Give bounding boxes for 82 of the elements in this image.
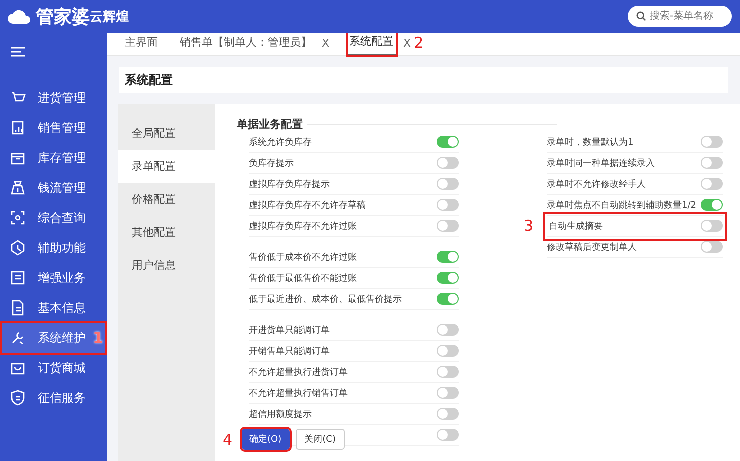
setting-label: 录单时不允许修改经手人 — [547, 178, 647, 190]
toggle-switch[interactable] — [437, 157, 459, 169]
search-field[interactable]: 搜索-菜单名称 — [628, 6, 732, 27]
menu-item-icon — [10, 300, 26, 316]
toggle-switch[interactable] — [437, 199, 459, 211]
section-title: 单据业务配置 — [237, 117, 303, 132]
toggle-switch[interactable] — [437, 324, 459, 336]
toggle-switch[interactable] — [701, 220, 723, 232]
tab[interactable]: 主界面 — [123, 32, 160, 55]
setting-label: 自动生成摘要 — [549, 220, 604, 232]
toggle-switch[interactable] — [437, 366, 459, 378]
menu-icon[interactable] — [11, 47, 25, 57]
toggle-switch[interactable] — [437, 387, 459, 399]
sidebar-item[interactable]: 销售管理 — [2, 113, 105, 143]
setting-label: 修改草稿后变更制单人 — [547, 242, 638, 254]
toggle-switch[interactable] — [437, 251, 459, 263]
sidebar-item[interactable]: 征信服务 — [2, 383, 105, 413]
setting-label: 虚拟库存负库存不允许存草稿 — [249, 200, 367, 212]
callout-number: 1 — [93, 329, 104, 347]
close-icon[interactable]: X — [322, 37, 330, 50]
logo-text: 管家婆 — [36, 6, 90, 28]
setting-label: 不允许超量执行销售订单 — [249, 388, 349, 400]
config-menu-item[interactable]: 价格配置 — [118, 183, 215, 216]
setting-label: 负库存提示 — [249, 158, 295, 170]
sidebar-item[interactable]: 基本信息 — [2, 293, 105, 323]
dialog-button[interactable]: 关闭(C) — [296, 429, 345, 450]
config-menu-item[interactable]: 录单配置 — [118, 150, 215, 183]
toggle-switch[interactable] — [701, 136, 723, 148]
sidebar-item[interactable]: 库存管理 — [2, 143, 105, 173]
toggle-switch[interactable] — [437, 293, 459, 305]
toggle-switch[interactable] — [437, 136, 459, 148]
setting-label: 录单时，数量默认为1 — [547, 136, 635, 148]
setting-label: 虚拟库存负库存不允许过账 — [249, 220, 358, 232]
toggle-switch[interactable] — [701, 241, 723, 253]
toggle-switch[interactable] — [701, 157, 723, 169]
setting-label: 不允许超量执行进货订单 — [249, 366, 349, 378]
callout-number: 3 — [524, 217, 534, 235]
setting-label: 超信用额度提示 — [249, 408, 313, 420]
setting-label: 开进货单只能调订单 — [249, 324, 331, 336]
sidebar-item[interactable]: 综合查询 — [2, 203, 105, 233]
menu-item-icon — [10, 330, 26, 346]
toggle-switch[interactable] — [701, 199, 723, 211]
menu-item-icon — [10, 180, 26, 196]
toggle-switch[interactable] — [437, 178, 459, 190]
menu-item-icon — [10, 240, 26, 256]
toggle-switch[interactable] — [437, 272, 459, 284]
logo-subtext: 云辉煌 — [90, 8, 129, 26]
sidebar-item[interactable]: 钱流管理 — [2, 173, 105, 203]
menu-item-icon — [10, 120, 26, 136]
sidebar-item[interactable]: 订货商城 — [2, 353, 105, 383]
sidebar-item[interactable]: 系统维护 1 — [2, 323, 105, 353]
menu-item-icon — [10, 210, 26, 226]
toggle-switch[interactable] — [437, 345, 459, 357]
close-icon[interactable]: X — [404, 36, 412, 50]
sidebar-item[interactable]: 辅助功能 — [2, 233, 105, 263]
sidebar-item[interactable]: 增强业务 — [2, 263, 105, 293]
dialog-button[interactable]: 确定(O) — [242, 429, 290, 450]
callout-number: 4 — [223, 430, 233, 448]
toggle-switch[interactable] — [437, 408, 459, 420]
tab[interactable]: 销售单【制单人：管理员】 — [178, 32, 314, 55]
setting-label: 虚拟库存负库存提示 — [249, 178, 331, 190]
setting-label: 低于最近进价、成本价、最低售价提示 — [249, 294, 403, 306]
search-icon — [636, 11, 647, 22]
toggle-switch[interactable] — [437, 429, 459, 441]
config-menu-item[interactable]: 全局配置 — [118, 117, 215, 150]
page-title: 系统配置 — [119, 67, 728, 93]
setting-label: 系统允许负库存 — [249, 136, 313, 148]
config-menu-item[interactable]: 其他配置 — [118, 216, 215, 249]
callout-number: 2 — [414, 34, 424, 52]
menu-item-icon — [10, 390, 26, 406]
toggle-switch[interactable] — [701, 178, 723, 190]
setting-label: 录单时焦点不自动跳转到辅助数量1/2 — [547, 200, 698, 212]
config-menu-item[interactable]: 用户信息 — [118, 249, 215, 282]
setting-label: 售价低于成本价不允许过账 — [249, 252, 358, 264]
setting-label: 售价低于最低售价不能过账 — [249, 272, 358, 284]
menu-item-icon — [10, 270, 26, 286]
cloud-logo-icon — [8, 10, 32, 24]
setting-label: 开销售单只能调订单 — [249, 346, 331, 358]
tab[interactable]: 系统配置 — [348, 31, 396, 55]
toggle-switch[interactable] — [437, 220, 459, 232]
setting-label: 录单时同一种单据连续录入 — [547, 158, 656, 170]
sidebar-item[interactable]: 进货管理 — [2, 83, 105, 113]
